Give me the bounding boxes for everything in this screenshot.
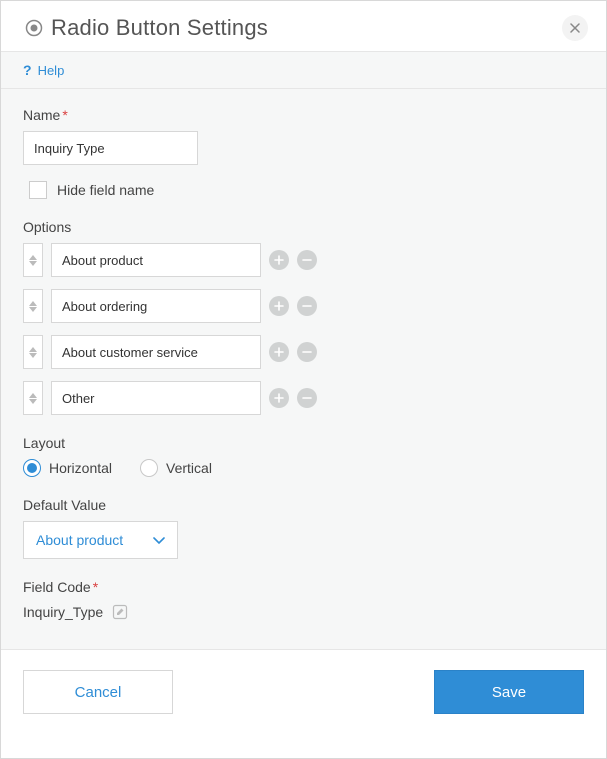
layout-radio-group: Horizontal Vertical (23, 459, 584, 477)
dialog-title: Radio Button Settings (51, 15, 562, 41)
hide-field-name-label: Hide field name (57, 182, 154, 198)
options-label: Options (23, 219, 584, 235)
required-asterisk: * (93, 579, 98, 595)
option-input[interactable] (51, 243, 261, 277)
name-label: Name* (23, 107, 584, 123)
field-code-label: Field Code* (23, 579, 584, 595)
option-row (23, 243, 584, 277)
field-code-section: Field Code* Inquiry_Type (23, 579, 584, 621)
radio-label: Vertical (166, 460, 212, 476)
edit-field-code-button[interactable] (111, 603, 129, 621)
radio-icon (23, 459, 41, 477)
radio-label: Horizontal (49, 460, 112, 476)
close-button[interactable] (562, 15, 588, 41)
hide-field-name-checkbox[interactable] (29, 181, 47, 199)
field-code-row: Inquiry_Type (23, 603, 584, 621)
dialog-body: Name* Hide field name Options (1, 89, 606, 649)
remove-option-button[interactable] (297, 342, 317, 362)
layout-radio-horizontal[interactable]: Horizontal (23, 459, 112, 477)
layout-radio-vertical[interactable]: Vertical (140, 459, 212, 477)
help-icon: ? (23, 62, 32, 78)
option-input[interactable] (51, 289, 261, 323)
cancel-button[interactable]: Cancel (23, 670, 173, 714)
add-option-button[interactable] (269, 296, 289, 316)
layout-label: Layout (23, 435, 584, 451)
dialog-header: Radio Button Settings (1, 1, 606, 52)
radio-button-icon (25, 19, 43, 37)
remove-option-button[interactable] (297, 388, 317, 408)
option-row (23, 289, 584, 323)
default-value-label: Default Value (23, 497, 584, 513)
layout-section: Layout Horizontal Vertical (23, 435, 584, 477)
hide-field-name-row[interactable]: Hide field name (29, 181, 584, 199)
add-option-button[interactable] (269, 388, 289, 408)
remove-option-button[interactable] (297, 250, 317, 270)
help-label: Help (38, 63, 65, 78)
add-option-button[interactable] (269, 250, 289, 270)
radio-icon (140, 459, 158, 477)
options-section: Options (23, 219, 584, 415)
remove-option-button[interactable] (297, 296, 317, 316)
option-row (23, 381, 584, 415)
chevron-down-icon (153, 532, 165, 548)
default-value-section: Default Value About product (23, 497, 584, 559)
default-value-select[interactable]: About product (23, 521, 178, 559)
required-asterisk: * (62, 107, 67, 123)
name-section: Name* Hide field name (23, 107, 584, 199)
drag-handle-icon[interactable] (23, 335, 43, 369)
add-option-button[interactable] (269, 342, 289, 362)
option-row (23, 335, 584, 369)
name-input[interactable] (23, 131, 198, 165)
drag-handle-icon[interactable] (23, 243, 43, 277)
option-input[interactable] (51, 335, 261, 369)
default-value-selected: About product (36, 532, 123, 548)
drag-handle-icon[interactable] (23, 289, 43, 323)
drag-handle-icon[interactable] (23, 381, 43, 415)
help-link[interactable]: ? Help (1, 52, 606, 89)
save-button[interactable]: Save (434, 670, 584, 714)
field-code-value: Inquiry_Type (23, 604, 103, 620)
dialog-footer: Cancel Save (1, 649, 606, 734)
option-input[interactable] (51, 381, 261, 415)
